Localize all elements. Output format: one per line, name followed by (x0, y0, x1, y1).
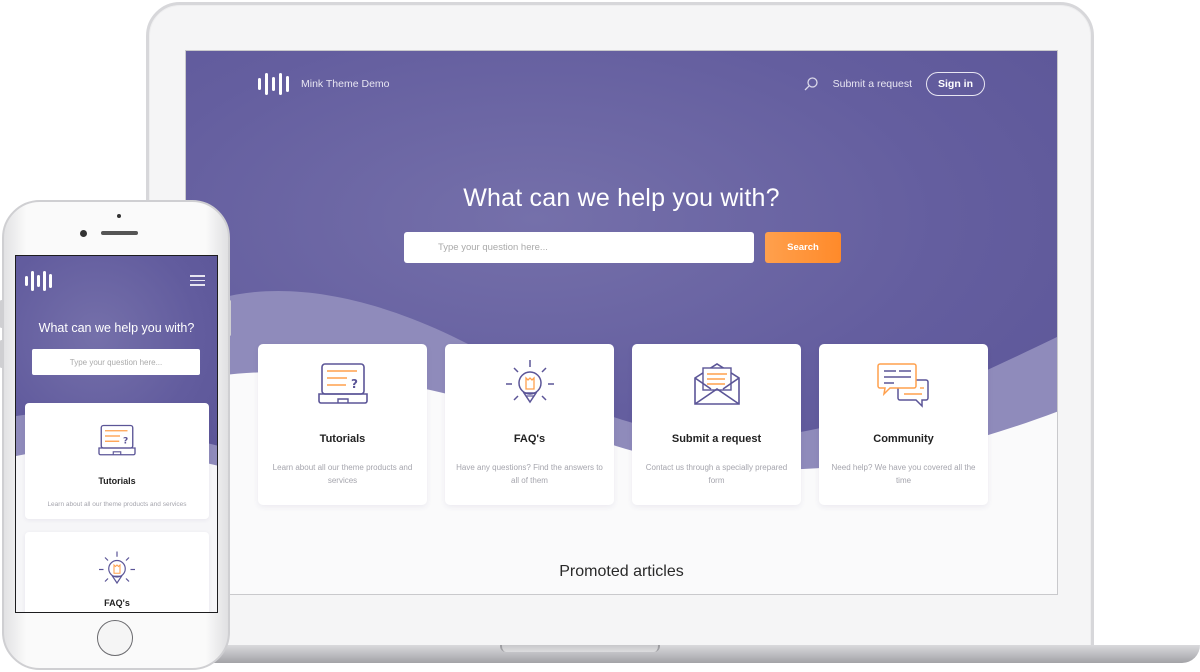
desktop-screen: Mink Theme Demo Submit a request Sign in… (185, 50, 1058, 595)
card-description: Contact us through a specially prepared … (645, 463, 788, 485)
laptop-base (150, 645, 1200, 663)
card-title: FAQ's (513, 433, 546, 445)
mobile-search-input[interactable] (32, 349, 200, 375)
phone-home-button (97, 620, 133, 656)
hero-title: What can we help you with? (463, 184, 780, 212)
phone-camera (80, 230, 87, 237)
mobile-screen: What can we help you with? ? Tutorials L… (15, 255, 218, 613)
mobile-card-tutorials[interactable]: ? Tutorials Learn about all our theme pr… (25, 403, 209, 519)
card-title: Submit a request (671, 433, 762, 445)
phone-sensor (117, 214, 121, 218)
mobile-logo[interactable] (25, 271, 52, 291)
category-cards: ? Tutorials Learn about all our theme pr… (258, 344, 988, 505)
card-description: Have any questions? Find the answers to … (456, 463, 603, 485)
svg-text:?: ? (123, 437, 128, 447)
search-input[interactable] (404, 232, 754, 263)
svg-text:?: ? (351, 377, 358, 391)
laptop-question-icon: ? (98, 424, 136, 456)
chat-bubbles-icon (876, 363, 929, 408)
card-tutorials[interactable]: ? Tutorials Learn about all our theme pr… (258, 344, 427, 505)
phone-speaker (101, 231, 138, 235)
card-faqs[interactable]: FAQ's Have any questions? Find the answe… (445, 344, 614, 505)
brand-logo[interactable]: Mink Theme Demo (258, 72, 390, 96)
hamburger-icon[interactable] (190, 275, 205, 289)
laptop-question-icon: ? (317, 363, 368, 404)
card-title: FAQ's (104, 598, 130, 608)
submit-request-link[interactable]: Submit a request (833, 78, 912, 90)
search-button[interactable]: Search (765, 232, 841, 263)
top-nav: Submit a request Sign in (803, 72, 985, 96)
lightbulb-icon (505, 360, 554, 404)
mobile-card-faqs[interactable]: FAQ's (25, 532, 209, 612)
logo-icon (258, 72, 289, 96)
phone-volume-button (0, 300, 3, 328)
mobile-hero-title: What can we help you with? (38, 321, 195, 335)
laptop-notch (500, 645, 660, 652)
lightbulb-icon (99, 551, 135, 585)
sign-in-button[interactable]: Sign in (926, 72, 985, 96)
card-title: Tutorials (319, 433, 366, 445)
envelope-icon (693, 363, 740, 405)
card-description: Learn about all our theme products and s… (272, 463, 413, 485)
card-description: Learn about all our theme products and s… (47, 501, 187, 508)
card-community[interactable]: Community Need help? We have you covered… (819, 344, 988, 505)
logo-icon (25, 271, 52, 291)
search-icon[interactable] (803, 76, 819, 92)
card-title: Community (873, 433, 934, 445)
card-description: Need help? We have you covered all the t… (831, 463, 976, 485)
promoted-articles-heading: Promoted articles (559, 563, 684, 580)
brand-name: Mink Theme Demo (301, 78, 390, 90)
card-title: Tutorials (98, 476, 136, 486)
card-submit-request[interactable]: Submit a request Contact us through a sp… (632, 344, 801, 505)
phone-volume-button (0, 340, 3, 368)
phone-power-button (228, 300, 231, 336)
